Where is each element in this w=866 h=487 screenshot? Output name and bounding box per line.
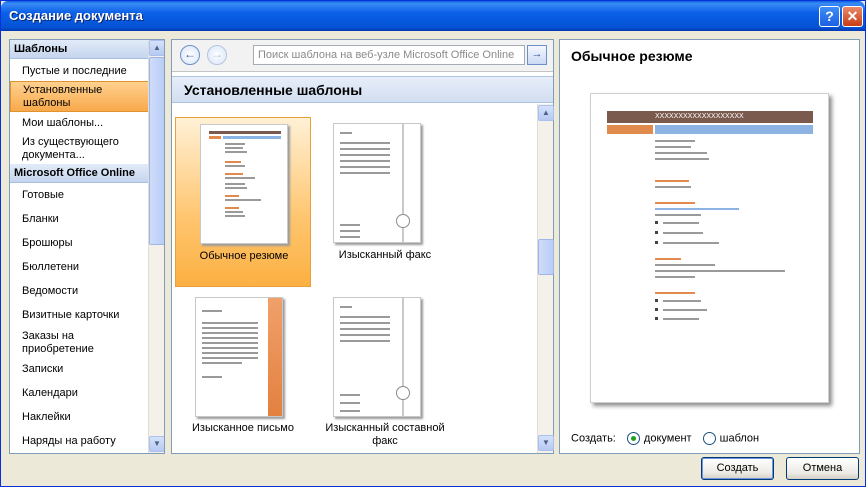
title-bar: Создание документа ? ✕ bbox=[1, 1, 865, 31]
templates-header: Шаблоны bbox=[10, 40, 149, 59]
gallery-scrollbar[interactable]: ▲ ▼ bbox=[537, 104, 554, 453]
scroll-thumb[interactable] bbox=[538, 239, 554, 275]
new-document-dialog: Создание документа ? ✕ Шаблоны Пустые и … bbox=[0, 0, 866, 487]
resume-thumbnail bbox=[200, 124, 288, 244]
cancel-button[interactable]: Отмена bbox=[786, 457, 859, 480]
document-radio[interactable] bbox=[626, 432, 640, 445]
scroll-down-icon[interactable]: ▼ bbox=[538, 435, 554, 451]
preview-panel: Обычное резюме XXXXXXXXXXXXXXXXXXX Созда… bbox=[559, 39, 860, 454]
template-label: Изысканное письмо bbox=[192, 422, 294, 434]
scroll-thumb[interactable] bbox=[149, 57, 164, 245]
category-memos[interactable]: Записки bbox=[10, 357, 149, 381]
template-tile-elegant-letter[interactable]: Изысканное письмо bbox=[175, 292, 311, 453]
window-title: Создание документа bbox=[9, 8, 143, 23]
category-calendars[interactable]: Календари bbox=[10, 381, 149, 405]
template-gallery-panel: ← → Поиск шаблона на веб-узле Microsoft … bbox=[171, 39, 554, 454]
office-online-header: Microsoft Office Online bbox=[10, 164, 149, 183]
category-panel: Шаблоны Пустые и последние Установленные… bbox=[9, 39, 165, 454]
category-from-existing[interactable]: Из существующего документа... bbox=[10, 134, 149, 164]
template-label: Изысканный факс bbox=[338, 249, 432, 261]
template-tile-elegant-fax[interactable]: Изысканный факс bbox=[317, 117, 453, 287]
category-featured[interactable]: Готовые bbox=[10, 183, 149, 207]
category-list: Шаблоны Пустые и последние Установленные… bbox=[10, 40, 149, 453]
search-go-button[interactable]: → bbox=[527, 45, 547, 65]
category-purchase-orders[interactable]: Заказы на приобретение bbox=[10, 327, 149, 357]
scroll-up-icon[interactable]: ▲ bbox=[538, 105, 554, 121]
document-radio-label[interactable]: документ bbox=[644, 432, 692, 444]
category-statements[interactable]: Ведомости bbox=[10, 279, 149, 303]
compound-fax-thumbnail bbox=[333, 297, 421, 417]
category-business-cards[interactable]: Визитные карточки bbox=[10, 303, 149, 327]
template-tile-basic-resume[interactable]: Обычное резюме bbox=[175, 117, 311, 287]
fax-thumbnail bbox=[333, 123, 421, 243]
create-button[interactable]: Создать bbox=[701, 457, 774, 480]
category-installed-templates[interactable]: Установленные шаблоны bbox=[10, 81, 149, 112]
template-radio-label[interactable]: шаблон bbox=[720, 432, 759, 444]
close-button[interactable]: ✕ bbox=[842, 6, 863, 27]
template-tile-elegant-compound-fax[interactable]: Изысканный составной факс bbox=[317, 292, 453, 453]
navigation-bar: ← → Поиск шаблона на веб-узле Microsoft … bbox=[172, 40, 553, 72]
search-input[interactable]: Поиск шаблона на веб-узле Microsoft Offi… bbox=[253, 45, 525, 65]
gallery-title: Установленные шаблоны bbox=[172, 76, 553, 103]
template-label: Обычное резюме bbox=[199, 250, 289, 262]
letter-thumbnail bbox=[195, 297, 283, 417]
forward-arrow-icon[interactable]: → bbox=[207, 45, 227, 65]
category-brochures[interactable]: Брошюры bbox=[10, 231, 149, 255]
create-as-row: Создать: документ шаблон bbox=[571, 432, 759, 445]
category-labels[interactable]: Наклейки bbox=[10, 405, 149, 429]
scroll-up-icon[interactable]: ▲ bbox=[149, 40, 164, 56]
category-newsletters[interactable]: Бюллетени bbox=[10, 255, 149, 279]
back-arrow-icon[interactable]: ← bbox=[180, 45, 200, 65]
preview-title: Обычное резюме bbox=[571, 48, 693, 64]
create-label: Создать: bbox=[571, 432, 616, 445]
help-button[interactable]: ? bbox=[819, 6, 840, 27]
scroll-down-icon[interactable]: ▼ bbox=[149, 436, 164, 452]
template-label: Изысканный составной факс bbox=[325, 422, 445, 447]
category-my-templates[interactable]: Мои шаблоны... bbox=[10, 112, 149, 134]
preview-name-bar: XXXXXXXXXXXXXXXXXXX bbox=[607, 111, 813, 123]
category-blank-recent[interactable]: Пустые и последние bbox=[10, 59, 149, 81]
resume-preview-image: XXXXXXXXXXXXXXXXXXX bbox=[590, 93, 829, 403]
template-gallery: Обычное резюме Изысканный факс Изысканно… bbox=[172, 104, 537, 453]
category-work-orders[interactable]: Наряды на работу bbox=[10, 429, 149, 453]
template-radio[interactable] bbox=[702, 432, 716, 445]
category-scrollbar[interactable]: ▲ ▼ bbox=[148, 40, 164, 453]
category-forms[interactable]: Бланки bbox=[10, 207, 149, 231]
